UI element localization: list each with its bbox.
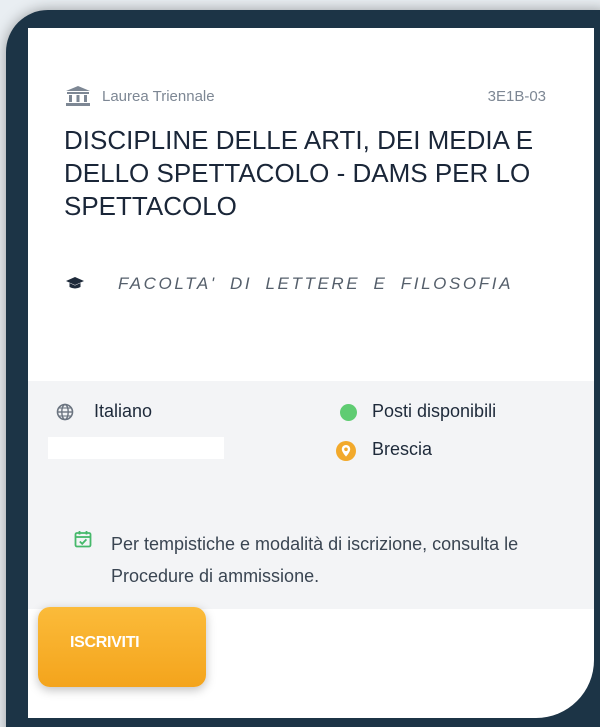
calendar-check-icon bbox=[74, 531, 92, 548]
info-divider bbox=[48, 437, 224, 459]
enroll-button-label: ISCRIVITI bbox=[70, 634, 140, 651]
degree-type: Laurea Triennale bbox=[102, 88, 215, 105]
course-code: 3E1B-03 bbox=[487, 88, 546, 105]
language-label: Italiano bbox=[94, 401, 153, 421]
globe-icon bbox=[56, 403, 74, 421]
faculty-name: FACOLTA' DI LETTERE E FILOSOFIA bbox=[118, 274, 514, 293]
green-dot-icon bbox=[340, 404, 357, 421]
institution-icon bbox=[66, 86, 90, 106]
map-pin-icon bbox=[336, 441, 356, 461]
enroll-button[interactable]: ISCRIVITI bbox=[38, 607, 206, 687]
card-meta: Laurea Triennale 3E1B-03 bbox=[66, 86, 546, 108]
graduation-cap-icon bbox=[66, 277, 84, 289]
admission-note-text: Per tempistiche e modalità di iscrizione… bbox=[111, 534, 519, 586]
city-label: Brescia bbox=[372, 439, 433, 459]
course-title[interactable]: DISCIPLINE DELLE ARTI, DEI MEDIA E DELLO… bbox=[64, 124, 534, 223]
availability-label: Posti disponibili bbox=[372, 401, 497, 421]
faculty-row: FACOLTA' DI LETTERE E FILOSOFIA bbox=[64, 272, 564, 298]
